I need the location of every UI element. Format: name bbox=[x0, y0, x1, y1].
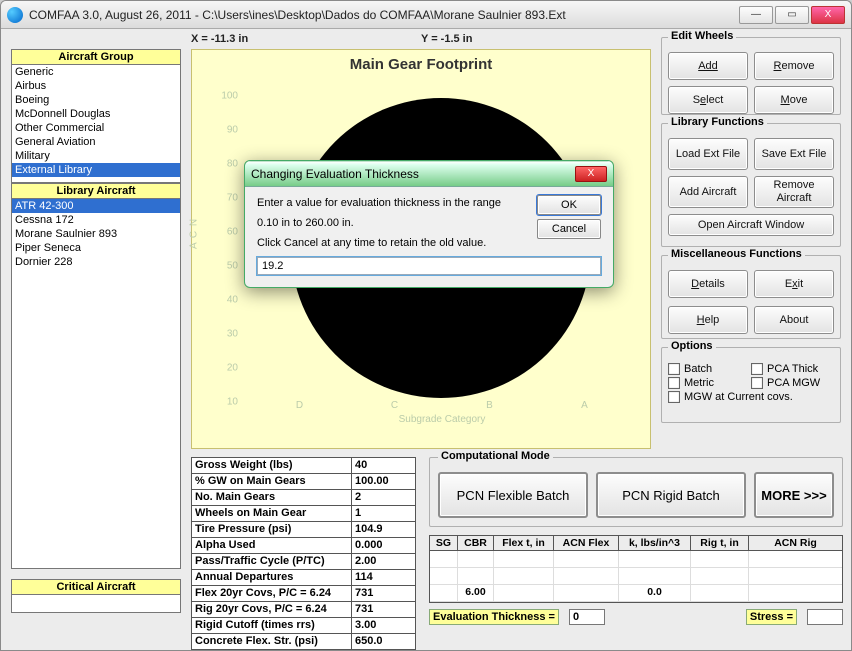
dialog-cancel-button[interactable]: Cancel bbox=[537, 219, 601, 239]
close-button[interactable]: X bbox=[811, 6, 845, 24]
window-buttons: — ▭ X bbox=[739, 6, 845, 24]
eval-thickness-dialog: Changing Evaluation Thickness X OK Cance… bbox=[244, 160, 614, 288]
dialog-titlebar[interactable]: Changing Evaluation Thickness X bbox=[245, 161, 613, 187]
window-title: COMFAA 3.0, August 26, 2011 - C:\Users\i… bbox=[29, 8, 566, 22]
minimize-button[interactable]: — bbox=[739, 6, 773, 24]
dialog-title: Changing Evaluation Thickness bbox=[251, 167, 419, 181]
titlebar[interactable]: COMFAA 3.0, August 26, 2011 - C:\Users\i… bbox=[1, 1, 851, 29]
app-icon bbox=[7, 7, 23, 23]
dialog-text-1: Enter a value for evaluation thickness i… bbox=[257, 197, 507, 209]
maximize-button[interactable]: ▭ bbox=[775, 6, 809, 24]
dialog-ok-button[interactable]: OK bbox=[537, 195, 601, 215]
dialog-close-button[interactable]: X bbox=[575, 166, 607, 182]
app-window: COMFAA 3.0, August 26, 2011 - C:\Users\i… bbox=[0, 0, 852, 651]
dialog-overlay: Changing Evaluation Thickness X OK Cance… bbox=[1, 29, 851, 650]
dialog-value-input[interactable] bbox=[257, 257, 601, 275]
